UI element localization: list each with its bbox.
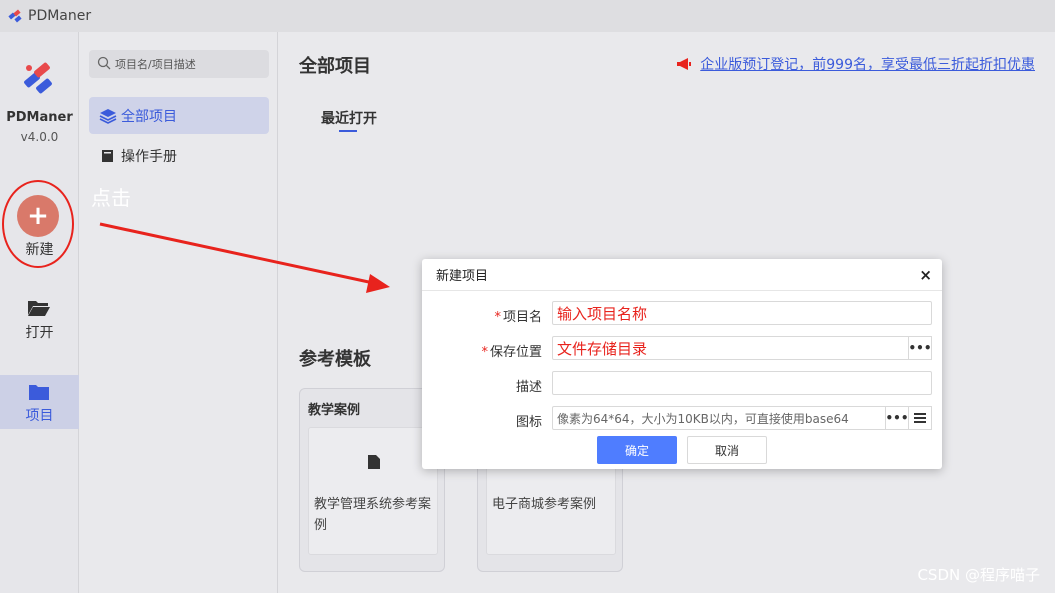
nav-all-label: 全部项目 [121,108,177,125]
icon-placeholder: 像素为64*64，大小为10KB以内，可直接使用base64 [557,411,849,426]
desc-label: 描述 [515,380,542,395]
icon-input[interactable]: 像素为64*64，大小为10KB以内，可直接使用base64 ••• [552,406,932,430]
new-label[interactable]: 新建 [0,239,79,259]
version-label: v4.0.0 [20,130,59,144]
list-icon [914,413,926,423]
icon-list-button[interactable] [908,406,932,430]
brand-name: PDManer [6,110,73,125]
card-text: 教学管理系统参考案例 [314,497,432,533]
sidebar-item-all-projects[interactable]: 全部项目 [89,97,269,134]
megaphone-icon [677,58,692,70]
left-rail: PDManer v4.0.0 + 新建 打开 项目 [0,32,79,593]
brand-logo-icon [24,62,52,94]
nav-manual-label: 操作手册 [121,149,177,165]
project-name-input[interactable]: 输入项目名称 [552,301,932,325]
app-title: PDManer [28,8,92,24]
card-text: 电子商城参考案例 [492,497,597,512]
more-icon: ••• [885,411,909,425]
layers-icon [99,108,117,124]
annotation-text: 点击 [91,186,131,210]
cancel-button[interactable]: 取消 [687,436,767,464]
search-placeholder: 项目名/项目描述 [115,58,196,71]
new-project-button[interactable]: + [17,195,59,237]
watermark: CSDN @程序喵子 [917,566,1040,584]
required-mark: * [494,310,501,325]
required-mark: * [481,345,488,360]
page-title: 全部项目 [299,56,371,77]
book-icon [102,150,113,162]
new-project-dialog: 新建项目 × * 项目名 输入项目名称 * 保存位置 文件存储目录 ••• 描述 图… [422,259,942,469]
dialog-header: 新建项目 × [422,259,942,291]
location-label: * 保存位置 [481,345,542,360]
save-location-value: 文件存储目录 [557,339,648,358]
open-label[interactable]: 打开 [0,322,79,342]
search-input[interactable]: 项目名/项目描述 [89,50,269,78]
app-logo-icon [8,9,22,23]
file-icon [368,455,380,469]
name-label: * 项目名 [494,310,542,325]
confirm-button[interactable]: 确定 [597,436,677,464]
projects-label: 项目 [25,408,54,424]
more-icon: ••• [908,341,932,355]
rail-item-projects[interactable]: 项目 [0,375,79,429]
promo-text: 企业版预订登记，前999名，享受最低三折起折扣优惠 [700,57,1035,73]
plus-icon: + [27,201,49,231]
browse-button[interactable]: ••• [908,336,932,360]
folder-open-icon[interactable] [27,298,51,318]
card-tag: 教学案例 [308,403,361,418]
folder-icon [29,385,49,400]
search-icon [97,56,111,70]
icon-browse-button[interactable]: ••• [885,406,909,430]
tab-recent[interactable]: 最近打开 [321,108,377,132]
close-icon[interactable]: × [919,266,932,284]
card-body: 教学管理系统参考案例 [308,427,438,555]
dialog-title: 新建项目 [436,269,489,284]
icon-label: 图标 [515,415,542,430]
promo-link[interactable]: 企业版预订登记，前999名，享受最低三折起折扣优惠 [676,54,1035,74]
templates-title: 参考模板 [299,349,371,370]
sidebar-item-manual[interactable]: 操作手册 [89,140,269,172]
project-name-value: 输入项目名称 [557,304,648,323]
save-location-input[interactable]: 文件存储目录 ••• [552,336,932,360]
description-input[interactable] [552,371,932,395]
title-bar: PDManer [0,0,1055,32]
sidebar: 项目名/项目描述 全部项目 操作手册 点击 [79,32,278,593]
